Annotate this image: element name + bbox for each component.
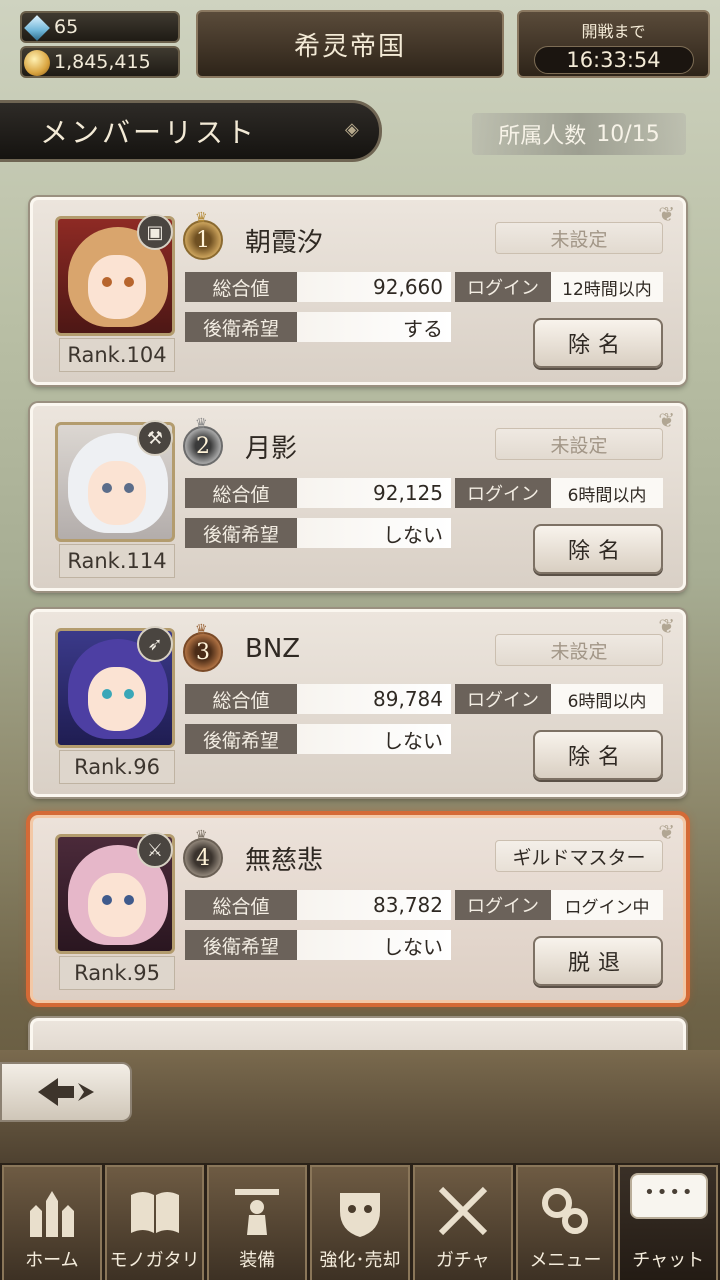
castle-icon [29, 1191, 74, 1237]
coin-counter: 1,845,415 [20, 46, 180, 78]
login-label: ログイン [455, 890, 551, 920]
total-label: 総合値 [185, 684, 297, 714]
total-value: 92,125 [297, 478, 451, 508]
member-name: 無慈悲 [245, 846, 324, 876]
login-value: 6時間以内 [551, 478, 663, 508]
member-role: 未設定 [495, 222, 663, 254]
member-card[interactable]: ❦ ⚒ Rank.114 ♛ 2 月影 未設定 総合値 92,125 ログイン 6… [30, 403, 686, 591]
coin-count: 1,845,415 [54, 51, 151, 73]
war-countdown: 開戦まで 16:33:54 [517, 10, 710, 78]
crown-icon: ♛ [195, 210, 208, 226]
sword-icon: ⚔ [137, 832, 173, 868]
rear-value: する [297, 312, 451, 342]
guild-name-box: 希灵帝国 [196, 10, 504, 78]
member-role: ギルドマスター [495, 840, 663, 872]
crown-icon: ♛ [195, 416, 208, 432]
crown-icon: ♛ [195, 828, 208, 844]
war-countdown-label: 開戦まで [581, 22, 646, 41]
player-rank: Rank.104 [59, 338, 175, 372]
bottom-nav: ホーム モノガタリ 装備 強化･売却 ガチャ メニュー •••• チャット [0, 1163, 720, 1280]
nav-gacha[interactable]: ガチャ [412, 1165, 513, 1280]
member-role: 未設定 [495, 428, 663, 460]
bow-icon: ➶ [137, 626, 173, 662]
total-value: 83,782 [297, 890, 451, 920]
total-value: 89,784 [297, 684, 451, 714]
player-rank: Rank.114 [59, 544, 175, 578]
leave-guild-button[interactable]: 脱退 [533, 936, 663, 986]
book-icon [130, 1192, 179, 1233]
member-role: 未設定 [495, 634, 663, 666]
nav-menu[interactable]: メニュー [515, 1165, 616, 1280]
gears-icon [542, 1188, 589, 1234]
gem-counter: 65 [20, 11, 180, 43]
member-name: 月影 [245, 434, 298, 464]
login-label: ログイン [455, 684, 551, 714]
crossed-swords-icon [438, 1186, 487, 1236]
rear-value: しない [297, 930, 451, 960]
back-arrow-icon [38, 1078, 94, 1106]
crown-icon: ♛ [195, 622, 208, 638]
player-rank: Rank.95 [59, 956, 175, 990]
rear-label: 後衛希望 [185, 930, 297, 960]
total-label: 総合値 [185, 272, 297, 302]
guild-name: 希灵帝国 [293, 31, 406, 62]
rear-value: しない [297, 518, 451, 548]
rear-label: 後衛希望 [185, 518, 297, 548]
member-card[interactable]: ❦ ➶ Rank.96 ♛ 3 BNZ 未設定 総合値 89,784 ログイン 6… [30, 609, 686, 797]
nav-equipment[interactable]: 装備 [207, 1165, 308, 1280]
war-countdown-timer: 16:33:54 [533, 46, 694, 74]
nav-home[interactable]: ホーム [2, 1165, 102, 1280]
position-medal: ♛ 1 [183, 210, 223, 260]
rear-label: 後衛希望 [185, 312, 297, 342]
back-button[interactable] [0, 1062, 132, 1122]
member-name: 朝霞汐 [245, 228, 324, 258]
total-value: 92,660 [297, 272, 451, 302]
rear-label: 後衛希望 [185, 724, 297, 754]
nav-chat[interactable]: •••• チャット [618, 1165, 719, 1280]
player-rank: Rank.96 [59, 750, 175, 784]
login-label: ログイン [455, 478, 551, 508]
nav-story[interactable]: モノガタリ [104, 1165, 205, 1280]
login-value: 12時間以内 [551, 272, 663, 302]
position-medal: ♛ 2 [183, 416, 223, 466]
member-card[interactable]: ❦ ▣ Rank.104 ♛ 1 朝霞汐 未設定 総合値 92,660 ログイン … [30, 197, 686, 385]
rear-value: しない [297, 724, 451, 754]
gem-count: 65 [54, 16, 79, 38]
expel-button[interactable]: 除名 [533, 730, 663, 780]
member-list-header: メンバーリスト ◈ [0, 100, 382, 162]
member-list-title: メンバーリスト [40, 116, 258, 149]
coin-icon [24, 50, 50, 76]
nav-enhance-sell[interactable]: 強化･売却 [310, 1165, 410, 1280]
hammer-icon: ⚒ [137, 420, 173, 456]
grimoire-icon: ▣ [137, 214, 173, 250]
total-label: 総合値 [185, 478, 297, 508]
expel-button[interactable]: 除名 [533, 524, 663, 574]
chat-bubble-icon: •••• [630, 1173, 709, 1219]
login-value: 6時間以内 [551, 684, 663, 714]
mask-icon [340, 1193, 381, 1237]
member-count: 所属人数 10/15 [472, 113, 686, 155]
puppet-icon [235, 1189, 280, 1235]
member-count-value: 10/15 [596, 121, 660, 147]
member-name: BNZ [245, 634, 301, 664]
login-label: ログイン [455, 272, 551, 302]
ornament-icon: ◈ [345, 119, 362, 140]
expel-button[interactable]: 除名 [533, 318, 663, 368]
position-medal: ♛ 4 [183, 828, 223, 878]
gem-icon [24, 15, 50, 41]
member-card-self[interactable]: ❦ ⚔ Rank.95 ♛ 4 無慈悲 ギルドマスター 総合値 83,782 ログ… [30, 815, 686, 1003]
position-medal: ♛ 3 [183, 622, 223, 672]
login-value: ログイン中 [551, 890, 663, 920]
member-count-label: 所属人数 [498, 124, 587, 149]
total-label: 総合値 [185, 890, 297, 920]
